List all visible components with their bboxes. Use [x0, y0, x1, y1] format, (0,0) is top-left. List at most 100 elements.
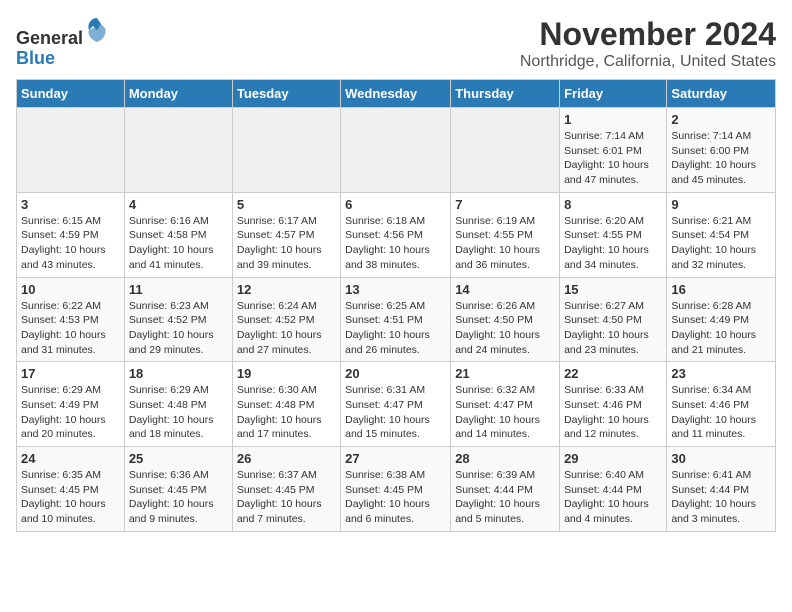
- calendar-cell: 10 Sunrise: 6:22 AM Sunset: 4:53 PM Dayli…: [17, 277, 125, 362]
- calendar-cell: 11 Sunrise: 6:23 AM Sunset: 4:52 PM Dayli…: [124, 277, 232, 362]
- day-info: Sunrise: 6:25 AM Sunset: 4:51 PM Dayligh…: [345, 299, 446, 358]
- calendar-cell: 30 Sunrise: 6:41 AM Sunset: 4:44 PM Dayli…: [667, 447, 776, 532]
- day-number: 16: [671, 282, 771, 297]
- weekday-header: Thursday: [451, 80, 560, 108]
- calendar-cell: 18 Sunrise: 6:29 AM Sunset: 4:48 PM Dayli…: [124, 362, 232, 447]
- day-number: 12: [237, 282, 336, 297]
- day-info: Sunrise: 6:29 AM Sunset: 4:49 PM Dayligh…: [21, 383, 120, 442]
- day-number: 27: [345, 451, 446, 466]
- weekday-header: Wednesday: [341, 80, 451, 108]
- day-info: Sunrise: 7:14 AM Sunset: 6:01 PM Dayligh…: [564, 129, 662, 188]
- calendar-cell: 27Sunrise: 6:38 AM Sunset: 4:45 PM Dayli…: [341, 447, 451, 532]
- calendar-cell: 24 Sunrise: 6:35 AM Sunset: 4:45 PM Dayli…: [17, 447, 125, 532]
- day-info: Sunrise: 6:35 AM Sunset: 4:45 PM Dayligh…: [21, 468, 120, 527]
- day-number: 7: [455, 197, 555, 212]
- calendar-cell: 1 Sunrise: 7:14 AM Sunset: 6:01 PM Daylig…: [560, 108, 667, 193]
- calendar-cell: 6Sunrise: 6:18 AM Sunset: 4:56 PM Daylig…: [341, 192, 451, 277]
- calendar-header-row: SundayMondayTuesdayWednesdayThursdayFrid…: [17, 80, 776, 108]
- day-info: Sunrise: 6:31 AM Sunset: 4:47 PM Dayligh…: [345, 383, 446, 442]
- day-info: Sunrise: 6:16 AM Sunset: 4:58 PM Dayligh…: [129, 214, 228, 273]
- logo-icon: [85, 16, 109, 44]
- day-number: 1: [564, 112, 662, 127]
- day-number: 30: [671, 451, 771, 466]
- day-number: 9: [671, 197, 771, 212]
- calendar-cell: [451, 108, 560, 193]
- day-number: 13: [345, 282, 446, 297]
- day-number: 26: [237, 451, 336, 466]
- day-info: Sunrise: 6:29 AM Sunset: 4:48 PM Dayligh…: [129, 383, 228, 442]
- page-header: General Blue November 2024 Northridge, C…: [16, 16, 776, 71]
- calendar-cell: 9 Sunrise: 6:21 AM Sunset: 4:54 PM Daylig…: [667, 192, 776, 277]
- weekday-header: Tuesday: [232, 80, 340, 108]
- day-number: 19: [237, 366, 336, 381]
- calendar-cell: [17, 108, 125, 193]
- day-info: Sunrise: 6:37 AM Sunset: 4:45 PM Dayligh…: [237, 468, 336, 527]
- calendar-cell: 14Sunrise: 6:26 AM Sunset: 4:50 PM Dayli…: [451, 277, 560, 362]
- day-number: 5: [237, 197, 336, 212]
- calendar-cell: 17Sunrise: 6:29 AM Sunset: 4:49 PM Dayli…: [17, 362, 125, 447]
- day-info: Sunrise: 6:41 AM Sunset: 4:44 PM Dayligh…: [671, 468, 771, 527]
- day-number: 21: [455, 366, 555, 381]
- day-number: 29: [564, 451, 662, 466]
- calendar-cell: 22 Sunrise: 6:33 AM Sunset: 4:46 PM Dayli…: [560, 362, 667, 447]
- day-number: 18: [129, 366, 228, 381]
- day-info: Sunrise: 6:17 AM Sunset: 4:57 PM Dayligh…: [237, 214, 336, 273]
- day-number: 24: [21, 451, 120, 466]
- calendar-cell: 16 Sunrise: 6:28 AM Sunset: 4:49 PM Dayli…: [667, 277, 776, 362]
- weekday-header: Monday: [124, 80, 232, 108]
- logo-general: General: [16, 28, 83, 48]
- calendar-week-row: 24 Sunrise: 6:35 AM Sunset: 4:45 PM Dayli…: [17, 447, 776, 532]
- day-info: Sunrise: 6:21 AM Sunset: 4:54 PM Dayligh…: [671, 214, 771, 273]
- day-number: 20: [345, 366, 446, 381]
- calendar-cell: 20 Sunrise: 6:31 AM Sunset: 4:47 PM Dayli…: [341, 362, 451, 447]
- calendar-cell: 12 Sunrise: 6:24 AM Sunset: 4:52 PM Dayli…: [232, 277, 340, 362]
- calendar-cell: 5 Sunrise: 6:17 AM Sunset: 4:57 PM Daylig…: [232, 192, 340, 277]
- title-section: November 2024 Northridge, California, Un…: [520, 16, 776, 71]
- calendar-cell: 2Sunrise: 7:14 AM Sunset: 6:00 PM Daylig…: [667, 108, 776, 193]
- calendar-cell: [232, 108, 340, 193]
- day-number: 4: [129, 197, 228, 212]
- logo: General Blue: [16, 16, 109, 69]
- weekday-header: Friday: [560, 80, 667, 108]
- day-info: Sunrise: 6:34 AM Sunset: 4:46 PM Dayligh…: [671, 383, 771, 442]
- day-number: 3: [21, 197, 120, 212]
- day-number: 23: [671, 366, 771, 381]
- day-number: 2: [671, 112, 771, 127]
- calendar-week-row: 3 Sunrise: 6:15 AM Sunset: 4:59 PM Daylig…: [17, 192, 776, 277]
- page-title: November 2024: [520, 16, 776, 53]
- day-info: Sunrise: 6:26 AM Sunset: 4:50 PM Dayligh…: [455, 299, 555, 358]
- day-info: Sunrise: 6:18 AM Sunset: 4:56 PM Dayligh…: [345, 214, 446, 273]
- day-info: Sunrise: 6:19 AM Sunset: 4:55 PM Dayligh…: [455, 214, 555, 273]
- day-number: 22: [564, 366, 662, 381]
- day-info: Sunrise: 6:33 AM Sunset: 4:46 PM Dayligh…: [564, 383, 662, 442]
- calendar-cell: 26 Sunrise: 6:37 AM Sunset: 4:45 PM Dayli…: [232, 447, 340, 532]
- day-number: 11: [129, 282, 228, 297]
- day-info: Sunrise: 6:27 AM Sunset: 4:50 PM Dayligh…: [564, 299, 662, 358]
- calendar-cell: 29 Sunrise: 6:40 AM Sunset: 4:44 PM Dayli…: [560, 447, 667, 532]
- weekday-header: Saturday: [667, 80, 776, 108]
- day-number: 10: [21, 282, 120, 297]
- day-number: 8: [564, 197, 662, 212]
- day-info: Sunrise: 6:39 AM Sunset: 4:44 PM Dayligh…: [455, 468, 555, 527]
- calendar-cell: 19 Sunrise: 6:30 AM Sunset: 4:48 PM Dayli…: [232, 362, 340, 447]
- calendar-week-row: 1 Sunrise: 7:14 AM Sunset: 6:01 PM Daylig…: [17, 108, 776, 193]
- calendar-cell: 25Sunrise: 6:36 AM Sunset: 4:45 PM Dayli…: [124, 447, 232, 532]
- day-info: Sunrise: 6:24 AM Sunset: 4:52 PM Dayligh…: [237, 299, 336, 358]
- day-info: Sunrise: 6:20 AM Sunset: 4:55 PM Dayligh…: [564, 214, 662, 273]
- logo-blue: Blue: [16, 48, 55, 68]
- day-info: Sunrise: 6:23 AM Sunset: 4:52 PM Dayligh…: [129, 299, 228, 358]
- day-info: Sunrise: 6:30 AM Sunset: 4:48 PM Dayligh…: [237, 383, 336, 442]
- calendar-cell: 7 Sunrise: 6:19 AM Sunset: 4:55 PM Daylig…: [451, 192, 560, 277]
- calendar-cell: 28Sunrise: 6:39 AM Sunset: 4:44 PM Dayli…: [451, 447, 560, 532]
- calendar-cell: 21Sunrise: 6:32 AM Sunset: 4:47 PM Dayli…: [451, 362, 560, 447]
- calendar-cell: [124, 108, 232, 193]
- day-info: Sunrise: 6:40 AM Sunset: 4:44 PM Dayligh…: [564, 468, 662, 527]
- day-info: Sunrise: 6:15 AM Sunset: 4:59 PM Dayligh…: [21, 214, 120, 273]
- day-info: Sunrise: 6:22 AM Sunset: 4:53 PM Dayligh…: [21, 299, 120, 358]
- page-subtitle: Northridge, California, United States: [520, 53, 776, 71]
- calendar-table: SundayMondayTuesdayWednesdayThursdayFrid…: [16, 79, 776, 532]
- calendar-cell: 8 Sunrise: 6:20 AM Sunset: 4:55 PM Daylig…: [560, 192, 667, 277]
- calendar-cell: [341, 108, 451, 193]
- calendar-week-row: 10 Sunrise: 6:22 AM Sunset: 4:53 PM Dayli…: [17, 277, 776, 362]
- day-info: Sunrise: 6:28 AM Sunset: 4:49 PM Dayligh…: [671, 299, 771, 358]
